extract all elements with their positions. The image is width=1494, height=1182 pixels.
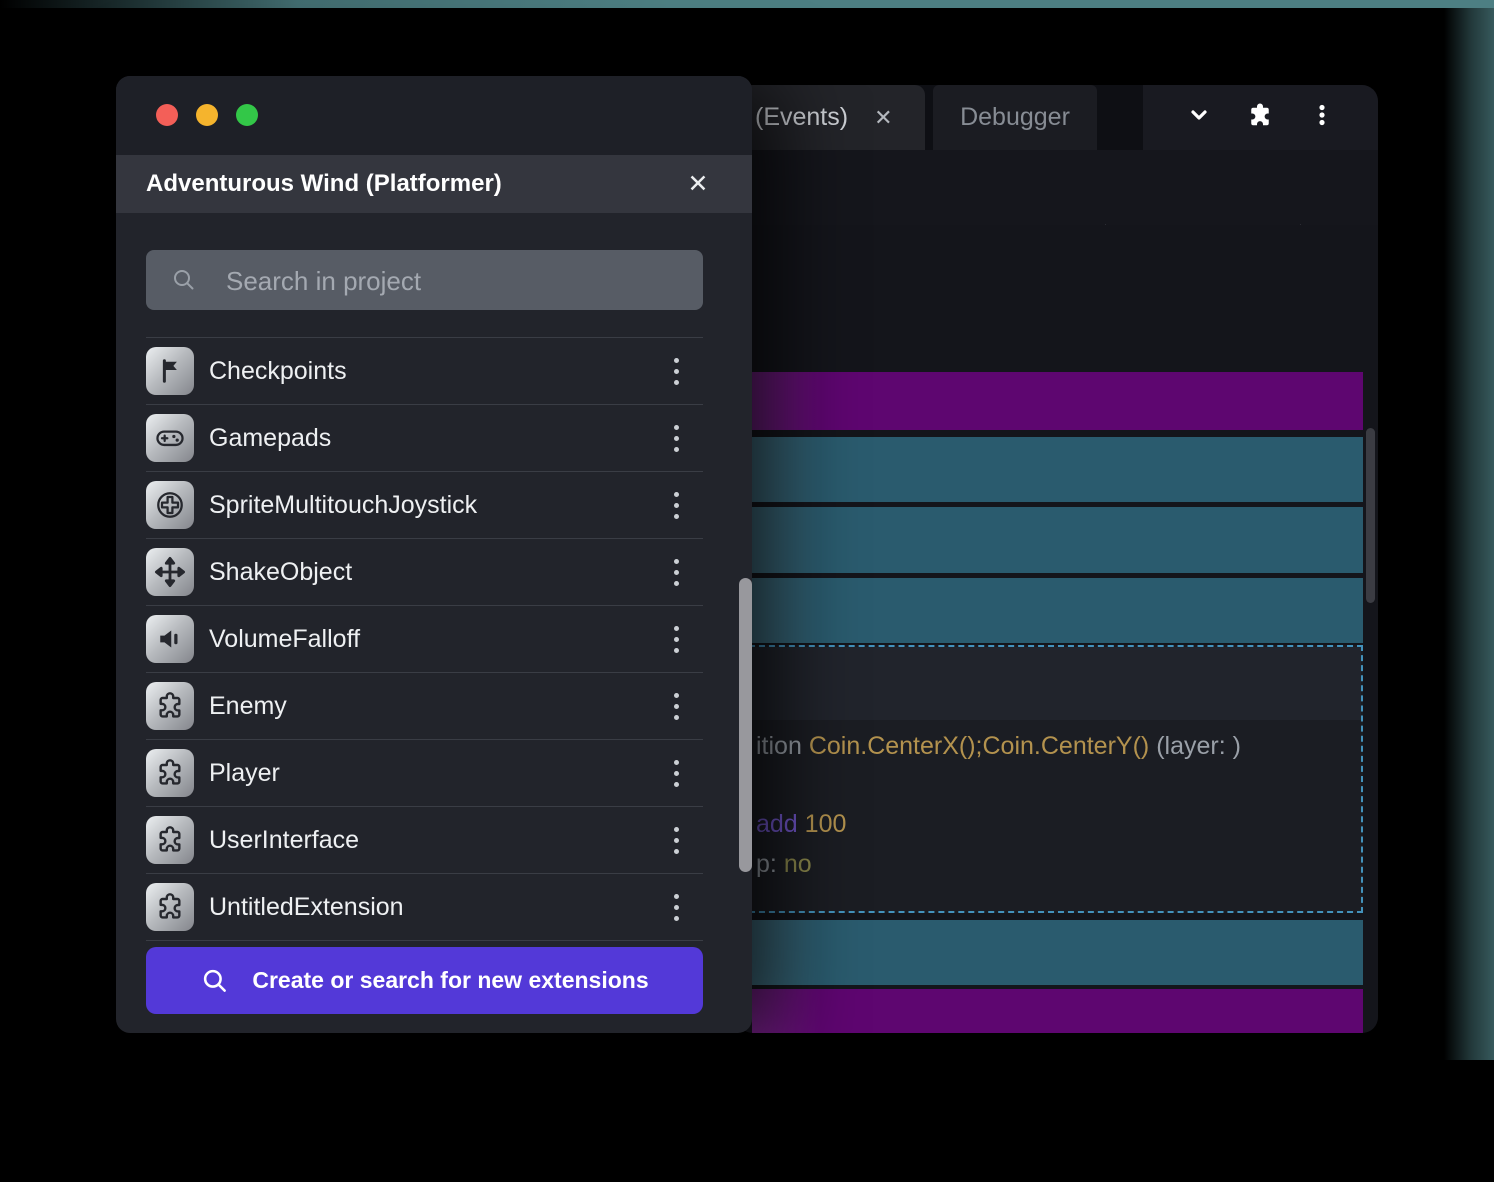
create-extension-button[interactable]: Create or search for new extensions [146,947,703,1014]
puzzle-icon[interactable] [1245,100,1275,135]
panel-scrollbar[interactable] [739,578,752,872]
event-action-text[interactable]: p: no [756,850,812,879]
puzzle-icon [146,816,194,864]
extension-list-item[interactable]: VolumeFalloff [146,606,703,673]
events-scrollbar[interactable] [1366,428,1375,603]
tab-events-label: (Events) [755,103,848,132]
extension-list-item[interactable]: UntitledExtension [146,874,703,941]
project-search-box[interactable] [146,250,703,310]
kebab-icon[interactable] [674,425,679,452]
events-editor-window: (Events) ✕ Debugger [737,85,1378,1033]
kebab-icon[interactable] [674,626,679,653]
extension-label: UntitledExtension [209,893,674,922]
event-action-text[interactable]: add 100 [756,810,846,839]
extension-label: Player [209,759,674,788]
backdrop-right-edge [1444,0,1494,1060]
kebab-icon[interactable] [674,693,679,720]
project-manager-panel: Adventurous Wind (Platformer) ✕ Checkpoi… [116,76,752,1033]
close-icon[interactable]: ✕ [682,155,714,213]
extension-label: Checkpoints [209,357,674,386]
speaker-icon [146,615,194,663]
window-titlebar [116,76,752,155]
extension-list-item[interactable]: SpriteMultitouchJoystick [146,472,703,539]
event-row-teal[interactable] [752,920,1363,985]
kebab-icon[interactable] [674,894,679,921]
dpad-icon [146,481,194,529]
extension-list-item[interactable]: Player [146,740,703,807]
puzzle-icon [146,682,194,730]
extension-list-item[interactable]: UserInterface [146,807,703,874]
event-row-teal[interactable] [752,507,1363,573]
tab-debugger[interactable]: Debugger [933,85,1097,150]
kebab-icon[interactable] [674,559,679,586]
extension-label: Enemy [209,692,674,721]
selected-event[interactable]: ition Coin.CenterX();Coin.CenterY() (lay… [749,645,1363,913]
traffic-light-close-button[interactable] [156,104,178,126]
events-toolbar [737,150,1378,225]
kebab-icon[interactable] [674,760,679,787]
flag-icon [146,347,194,395]
puzzle-icon [146,883,194,931]
extension-list-item[interactable]: ShakeObject [146,539,703,606]
event-condition-area[interactable] [751,647,1361,720]
events-sheet: ition Coin.CenterX();Coin.CenterY() (lay… [737,225,1378,1033]
chevron-down-icon[interactable] [1185,101,1213,134]
window-controls [1143,85,1378,150]
extension-label: SpriteMultitouchJoystick [209,491,674,520]
extension-label: Gamepads [209,424,674,453]
tab-debugger-label: Debugger [960,103,1070,132]
extension-label: ShakeObject [209,558,674,587]
event-row-teal[interactable] [752,437,1363,502]
kebab-icon[interactable] [674,358,679,385]
extension-list: Checkpoints Gamepads SpriteMultitouchJoyst… [146,337,703,941]
extension-list-item[interactable]: Gamepads [146,405,703,472]
gamepad-icon [146,414,194,462]
search-icon [170,266,198,294]
kebab-icon[interactable] [1308,101,1336,134]
project-title: Adventurous Wind (Platformer) [146,155,502,213]
move-icon [146,548,194,596]
event-row-purple[interactable] [752,372,1363,430]
event-row-purple[interactable] [752,989,1363,1033]
traffic-light-minimize-button[interactable] [196,104,218,126]
traffic-light-zoom-button[interactable] [236,104,258,126]
close-icon[interactable]: ✕ [874,105,892,131]
extension-list-item[interactable]: Enemy [146,673,703,740]
extension-list-item[interactable]: Checkpoints [146,338,703,405]
create-extension-label: Create or search for new extensions [252,967,648,994]
extension-label: UserInterface [209,826,674,855]
tab-events[interactable]: (Events) ✕ [737,85,925,150]
search-input[interactable] [224,250,688,312]
event-action-text[interactable]: ition Coin.CenterX();Coin.CenterY() (lay… [756,732,1241,761]
puzzle-icon [146,749,194,797]
extension-label: VolumeFalloff [209,625,674,654]
panel-header: Adventurous Wind (Platformer) ✕ [116,155,752,213]
kebab-icon[interactable] [674,492,679,519]
screenshot-stage: (Events) ✕ Debugger [0,0,1494,1182]
kebab-icon[interactable] [674,827,679,854]
event-row-teal[interactable] [752,578,1363,643]
search-icon [200,966,230,996]
tab-bar: (Events) ✕ Debugger [737,85,1378,150]
backdrop-top-edge [0,0,1494,8]
